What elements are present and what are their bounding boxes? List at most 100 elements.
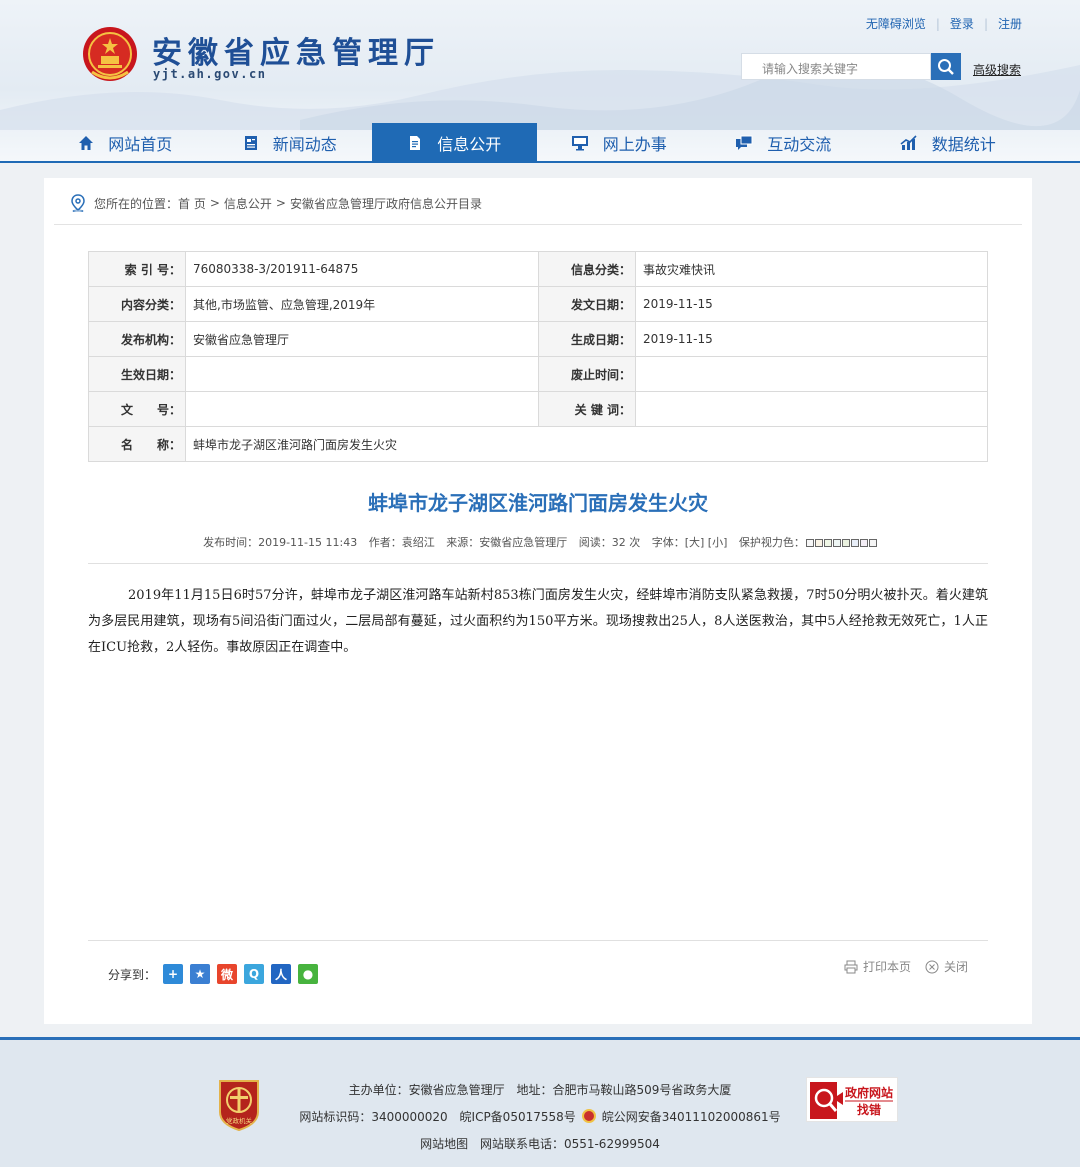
icp-link[interactable]: 皖ICP备05017558号 bbox=[460, 1110, 576, 1124]
expiry-date-value bbox=[635, 356, 988, 392]
footer-info: 主办单位：安徽省应急管理厅 地址：合肥市马鞍山路509号省政务大厦 网站标识码：… bbox=[0, 1077, 1080, 1158]
eye-color-swatch[interactable] bbox=[868, 539, 877, 547]
site-domain: yjt.ah.gov.cn bbox=[153, 67, 267, 81]
nav-item-news[interactable]: 新闻动态 bbox=[208, 123, 373, 163]
chat-icon bbox=[735, 135, 753, 151]
breadcrumb-prefix: 您所在的位置： bbox=[94, 196, 179, 211]
nav-item-info-disclosure[interactable]: 信息公开 bbox=[372, 123, 537, 163]
table-row: 索 引 号： 76080338-3/201911-64875 信息分类： 事故灾… bbox=[88, 251, 988, 287]
document-icon bbox=[407, 135, 423, 151]
wechat-icon[interactable]: ● bbox=[298, 964, 319, 984]
issue-date-value: 2019-11-15 bbox=[635, 286, 988, 322]
stats-icon bbox=[900, 135, 918, 151]
info-category-value: 事故灾难快讯 bbox=[635, 251, 988, 287]
share-label: 分享到： bbox=[108, 967, 157, 982]
gov-site-line1: 政府网站 bbox=[845, 1085, 893, 1100]
divider bbox=[54, 224, 1022, 225]
article-title: 蚌埠市龙子湖区淮河路门面房发生火灾 bbox=[368, 491, 708, 515]
login-link[interactable]: 登录 bbox=[950, 15, 974, 32]
close-icon bbox=[925, 960, 939, 973]
eye-color-swatch[interactable] bbox=[823, 539, 832, 547]
author: 作者：袁绍江 bbox=[368, 536, 435, 549]
gov-site-line2: 找错 bbox=[857, 1102, 881, 1117]
nav-item-home[interactable]: 网站首页 bbox=[43, 123, 208, 163]
renren-icon[interactable]: 人 bbox=[271, 964, 292, 984]
close-label: 关闭 bbox=[944, 960, 969, 974]
breadcrumb: 您所在的位置： 首 页 > 信息公开 > 安徽省应急管理厅政府信息公开目录 bbox=[70, 194, 482, 212]
footer-line: 网站标识码：3400000020 皖ICP备05017558号 皖公网安备3401… bbox=[0, 1104, 1080, 1131]
site-header: 安徽省应急管理厅 yjt.ah.gov.cn 无障碍浏览 | 登录 | 注册 请… bbox=[0, 0, 1080, 163]
article-body: 2019年11月15日6时57分许，蚌埠市龙子湖区淮河路车站新村853栋门面房发… bbox=[88, 588, 988, 655]
metadata-table: 索 引 号： 76080338-3/201911-64875 信息分类： 事故灾… bbox=[88, 251, 988, 462]
print-label: 打印本页 bbox=[863, 960, 912, 974]
gov-site-error-report[interactable]: 政府网站 找错 bbox=[806, 1077, 898, 1122]
generated-date-label: 生成日期： bbox=[538, 321, 636, 357]
printer-icon bbox=[844, 960, 858, 973]
nav-label: 互动交流 bbox=[767, 135, 832, 154]
table-row: 生效日期： 废止时间： bbox=[88, 356, 988, 392]
qzone-icon[interactable]: ★ bbox=[190, 964, 211, 984]
share-bar: 分享到： + ★ 微 Q 人 ● bbox=[108, 964, 319, 984]
police-record-link[interactable]: 皖公网安备34011102000861号 bbox=[602, 1110, 781, 1124]
breadcrumb-catalog[interactable]: 安徽省应急管理厅政府信息公开目录 bbox=[290, 195, 482, 212]
eye-color-swatch[interactable] bbox=[841, 539, 850, 547]
keywords-value bbox=[635, 391, 988, 427]
tencent-weibo-icon[interactable]: Q bbox=[244, 964, 265, 984]
search-icon bbox=[938, 58, 954, 75]
publisher-value: 安徽省应急管理厅 bbox=[185, 321, 539, 357]
share-plus-icon[interactable]: + bbox=[163, 964, 184, 984]
top-links: 无障碍浏览 | 登录 | 注册 bbox=[865, 15, 1022, 32]
news-icon bbox=[243, 135, 259, 151]
publish-time: 发布时间：2019-11-15 11:43 bbox=[203, 536, 358, 549]
weibo-icon[interactable]: 微 bbox=[217, 964, 238, 984]
article-info: 发布时间：2019-11-15 11:43 作者：袁绍江 来源：安徽省应急管理厅… bbox=[44, 534, 1032, 550]
nav-label: 新闻动态 bbox=[272, 135, 337, 154]
index-no-label: 索 引 号： bbox=[88, 251, 186, 287]
eye-color-swatch[interactable] bbox=[805, 539, 814, 547]
nav-item-online-services[interactable]: 网上办事 bbox=[537, 123, 702, 163]
search-input[interactable]: 请输入搜索关键字 bbox=[741, 53, 931, 80]
search-button[interactable] bbox=[931, 53, 961, 80]
breadcrumb-info-disclosure[interactable]: 信息公开 bbox=[224, 195, 272, 212]
font-size-control[interactable]: 字体：[大] [小] bbox=[652, 536, 728, 549]
eye-color-swatch[interactable] bbox=[832, 539, 841, 547]
national-emblem-icon bbox=[83, 27, 137, 81]
breadcrumb-separator: > bbox=[209, 196, 220, 210]
divider bbox=[88, 940, 988, 941]
breadcrumb-home[interactable]: 首 页 bbox=[178, 195, 206, 212]
accessibility-link[interactable]: 无障碍浏览 bbox=[866, 15, 926, 32]
publisher-label: 发布机构： bbox=[88, 321, 186, 357]
nav-item-statistics[interactable]: 数据统计 bbox=[866, 123, 1031, 163]
table-row: 内容分类： 其他,市场监管、应急管理,2019年 发文日期： 2019-11-1… bbox=[88, 286, 988, 322]
nav-label: 网站首页 bbox=[108, 135, 173, 154]
effective-date-value bbox=[185, 356, 539, 392]
eye-color-swatch[interactable] bbox=[859, 539, 868, 547]
register-link[interactable]: 注册 bbox=[998, 15, 1022, 32]
footer-line: 主办单位：安徽省应急管理厅 地址：合肥市马鞍山路509号省政务大厦 bbox=[0, 1077, 1080, 1104]
nav-label: 网上办事 bbox=[602, 135, 667, 154]
contact-phone: 网站联系电话：0551-62999504 bbox=[479, 1137, 660, 1151]
eye-color-swatch[interactable] bbox=[850, 539, 859, 547]
nav-item-interaction[interactable]: 互动交流 bbox=[701, 123, 866, 163]
advanced-search-link[interactable]: 高级搜索 bbox=[973, 61, 1021, 78]
table-row: 文 号： 关 键 词： bbox=[88, 391, 988, 427]
source: 来源：安徽省应急管理厅 bbox=[446, 536, 568, 549]
read-count: 阅读：32 次 bbox=[578, 536, 641, 549]
host-unit: 主办单位：安徽省应急管理厅 bbox=[348, 1083, 505, 1097]
sitemap-link[interactable]: 网站地图 bbox=[420, 1137, 468, 1151]
eye-color-swatch[interactable] bbox=[814, 539, 823, 547]
main-nav: 网站首页 新闻动态 信息公开 网上办事 互动交流 数据统计 bbox=[0, 123, 1080, 163]
site-title: 安徽省应急管理厅 bbox=[152, 36, 440, 71]
home-icon bbox=[78, 135, 94, 151]
close-button[interactable]: 关闭 bbox=[925, 958, 968, 975]
keywords-label: 关 键 词： bbox=[538, 391, 636, 427]
name-value: 蚌埠市龙子湖区淮河路门面房发生火灾 bbox=[185, 426, 988, 462]
magnifier-icon: 政府网站 找错 bbox=[810, 1082, 893, 1119]
table-row: 名 称： 蚌埠市龙子湖区淮河路门面房发生火灾 bbox=[88, 426, 988, 462]
page-tools: 打印本页 关闭 bbox=[844, 958, 982, 975]
generated-date-value: 2019-11-15 bbox=[635, 321, 988, 357]
doc-no-value bbox=[185, 391, 539, 427]
content-category-label: 内容分类： bbox=[88, 286, 186, 322]
location-pin-icon bbox=[70, 194, 86, 212]
print-button[interactable]: 打印本页 bbox=[844, 958, 911, 975]
